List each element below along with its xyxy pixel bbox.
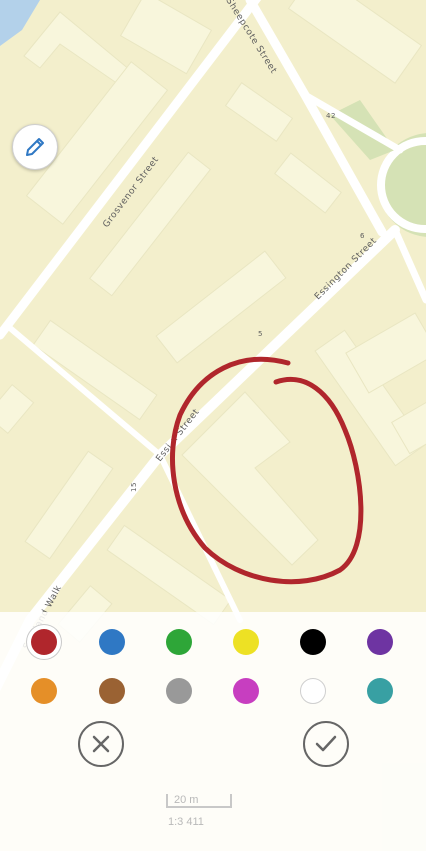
scale-distance: 20 m [174,794,199,806]
color-swatch-magenta[interactable] [233,678,259,704]
house-number: 15 [130,482,138,492]
color-swatch-green[interactable] [166,629,192,655]
color-swatch-yellow[interactable] [233,629,259,655]
color-swatch-teal[interactable] [367,678,393,704]
color-palette [0,612,426,712]
color-swatch-red[interactable] [31,629,57,655]
scale-bar: 20 m 1:3 411 [166,792,234,832]
color-swatch-purple[interactable] [367,629,393,655]
house-number: 42 [326,112,336,120]
edit-drawing-button[interactable] [12,124,58,170]
scale-ratio: 1:3 411 [168,816,204,828]
color-swatch-brown[interactable] [99,678,125,704]
color-swatch-black[interactable] [300,629,326,655]
pencil-icon [26,138,44,156]
close-icon [92,735,110,753]
color-swatch-orange[interactable] [31,678,57,704]
color-swatch-blue[interactable] [99,629,125,655]
color-swatch-gray[interactable] [166,678,192,704]
house-number: 5 [258,330,263,338]
check-icon [315,735,337,752]
house-number: 6 [360,232,365,240]
cancel-button[interactable] [78,721,124,767]
confirm-button[interactable] [303,721,349,767]
color-swatch-white[interactable] [300,678,326,704]
